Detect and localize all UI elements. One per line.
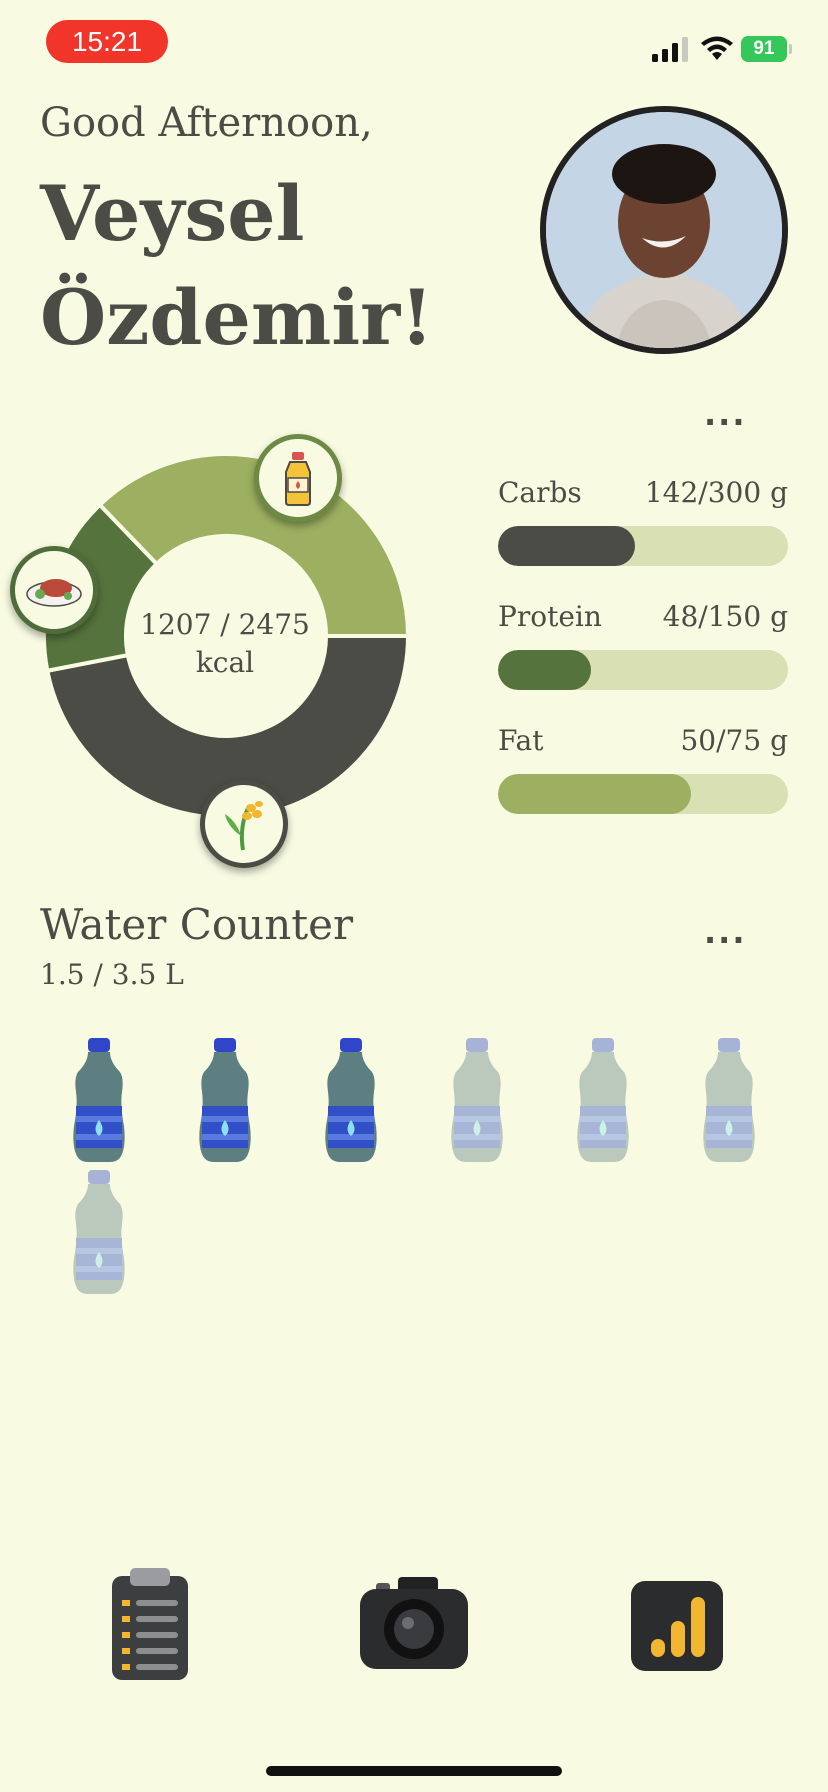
water-more-button[interactable]: ... <box>704 916 746 948</box>
water-bottle-icon[interactable] <box>64 1036 134 1164</box>
avatar[interactable] <box>540 106 788 354</box>
water-bottle-icon[interactable] <box>190 1036 260 1164</box>
cellular-signal-icon <box>652 37 688 62</box>
water-amount: 1.5 / 3.5 L <box>40 958 184 991</box>
avatar-photo <box>546 112 782 348</box>
water-counter-title: Water Counter <box>40 900 354 949</box>
calorie-count: 1207 / 2475 <box>140 608 310 641</box>
macro-bar-protein <box>498 650 788 690</box>
nav-stats-button[interactable] <box>628 1578 726 1674</box>
calorie-unit: kcal <box>195 646 255 679</box>
protein-food-badge[interactable] <box>10 546 98 634</box>
status-time: 15:21 <box>46 20 168 63</box>
macro-label-carbs: Carbs <box>498 476 582 509</box>
macro-bar-fill-fat <box>498 774 692 814</box>
macro-bar-carbs <box>498 526 788 566</box>
macro-bar-fill-carbs <box>498 526 636 566</box>
wheat-icon <box>225 801 263 851</box>
macro-bar-fill-protein <box>498 650 591 690</box>
camera-icon <box>360 1577 468 1669</box>
oil-bottle-icon <box>285 452 311 506</box>
macro-label-protein: Protein <box>498 600 602 633</box>
macro-value-protein: 48/150 g <box>662 600 788 633</box>
macro-value-fat: 50/75 g <box>680 724 788 757</box>
water-bottle-icon[interactable] <box>568 1036 638 1164</box>
water-bottle-icon[interactable] <box>442 1036 512 1164</box>
macro-bar-fat <box>498 774 788 814</box>
battery-level: 91 <box>753 38 775 59</box>
calorie-summary: 1207 / 2475 kcal <box>130 606 320 682</box>
clipboard-icon <box>112 1568 188 1680</box>
carbs-food-badge[interactable] <box>200 780 288 868</box>
home-indicator <box>266 1766 562 1776</box>
wifi-icon <box>701 36 733 60</box>
macro-value-carbs: 142/300 g <box>644 476 788 509</box>
steak-plate-icon <box>26 579 82 607</box>
bar-chart-icon <box>631 1581 723 1671</box>
water-bottle-icon[interactable] <box>64 1168 134 1296</box>
nav-log-button[interactable] <box>100 1566 200 1682</box>
battery-indicator: 91 <box>741 36 787 62</box>
macro-label-fat: Fat <box>498 724 544 757</box>
water-bottle-icon[interactable] <box>316 1036 386 1164</box>
water-bottle-icon[interactable] <box>694 1036 764 1164</box>
nav-camera-button[interactable] <box>356 1572 472 1672</box>
user-name: Veysel Özdemir! <box>40 169 434 362</box>
fat-food-badge[interactable] <box>254 434 342 522</box>
macros-more-button[interactable]: ... <box>704 398 746 430</box>
greeting-text: Good Afternoon, <box>40 100 373 146</box>
battery-tip <box>789 44 792 54</box>
